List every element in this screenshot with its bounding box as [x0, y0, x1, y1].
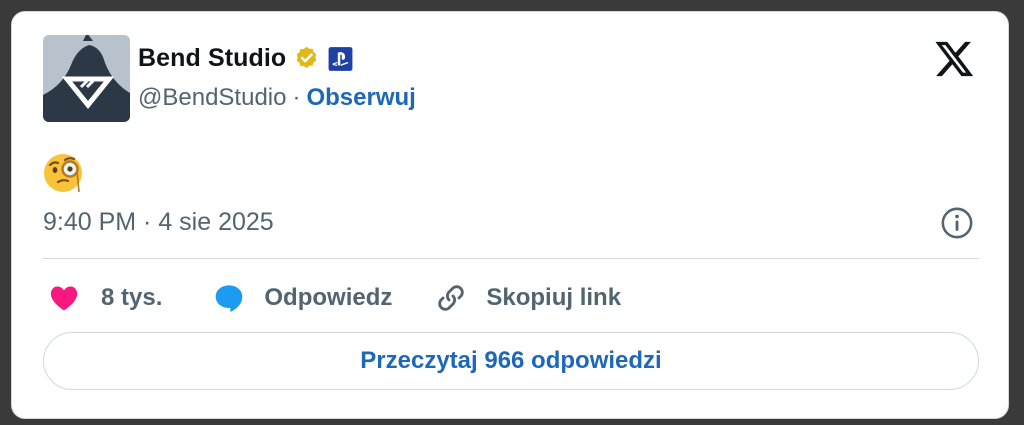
divider: [43, 258, 979, 259]
heart-icon: [50, 286, 78, 311]
reply-label: Odpowiedz: [264, 284, 393, 311]
embedded-post-card: Bend Studio @BendStudio · Obserwuj 9:40 …: [11, 11, 1009, 419]
read-replies-button[interactable]: Przeczytaj 966 odpowiedzi: [43, 332, 979, 390]
link-icon: [438, 285, 465, 311]
author-handle-row: @BendStudio · Obserwuj: [138, 84, 416, 112]
verified-badge-icon: [297, 46, 317, 69]
avatar[interactable]: [43, 35, 130, 122]
action-bar: 8 tys. Odpowiedz Skopiuj link: [47, 280, 621, 316]
separator-dot: ·: [292, 84, 301, 111]
like-button[interactable]: 8 tys.: [47, 282, 162, 314]
post-timestamp[interactable]: 9:40 PM · 4 sie 2025: [43, 208, 274, 237]
like-count: 8 tys.: [101, 284, 163, 311]
reply-button[interactable]: Odpowiedz: [212, 282, 392, 314]
author-name[interactable]: Bend Studio: [138, 44, 286, 73]
copy-link-button[interactable]: Skopiuj link: [434, 281, 621, 315]
playstation-affiliate-icon[interactable]: [327, 46, 354, 72]
author-name-row: Bend Studio: [138, 44, 354, 73]
x-logo-icon[interactable]: [934, 38, 976, 80]
speech-bubble-icon: [216, 285, 243, 312]
copy-link-label: Skopiuj link: [486, 284, 622, 311]
face-with-monocle-icon: [44, 154, 82, 193]
author-handle[interactable]: @BendStudio: [138, 84, 286, 112]
follow-button[interactable]: Obserwuj: [306, 84, 415, 112]
info-icon[interactable]: [940, 206, 974, 240]
